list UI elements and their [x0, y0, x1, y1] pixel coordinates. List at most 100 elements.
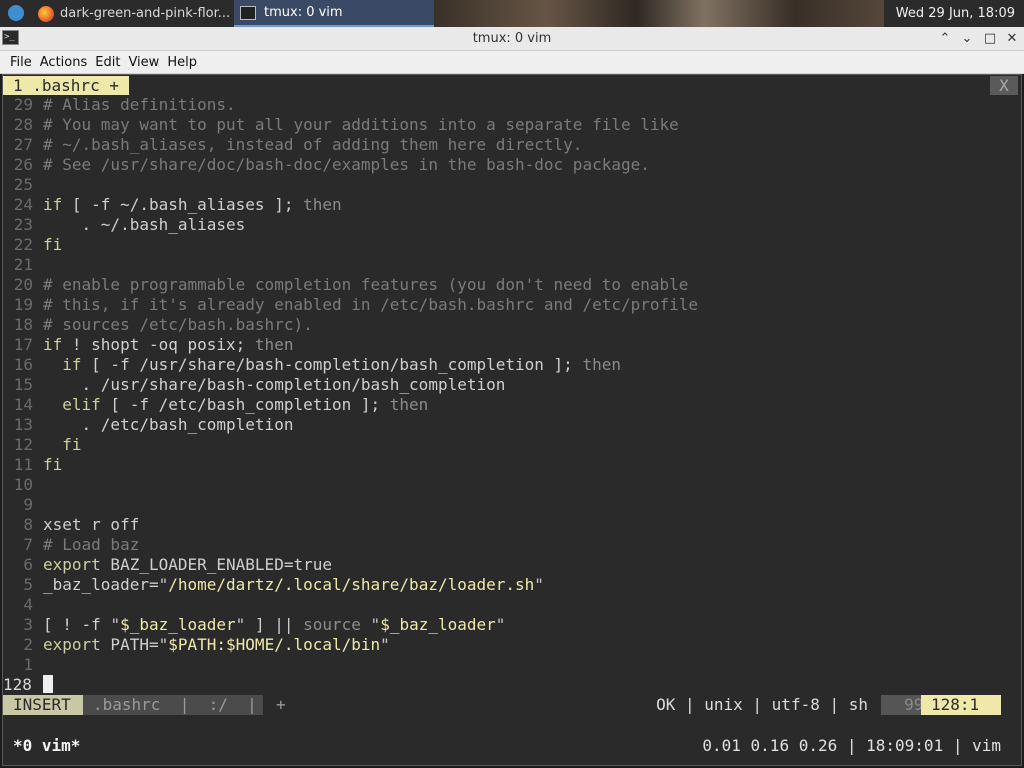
vim-line[interactable]: 25 [3, 175, 43, 195]
line-number: 7 [23, 535, 33, 554]
vim-line[interactable]: 27 # ~/.bash_aliases, instead of adding t… [3, 135, 583, 155]
vim-line[interactable]: 1 [3, 655, 43, 675]
vim-line[interactable]: 24 if [ -f ~/.bash_aliases ]; then [3, 195, 342, 215]
menu-help[interactable]: Help [163, 52, 201, 74]
vim-statusline: INSERT .bashrc | :/ | + OK | unix | utf-… [3, 695, 1021, 715]
line-number: 10 [13, 475, 33, 494]
vim-line[interactable]: 16 if [ -f /usr/share/bash-completion/ba… [3, 355, 621, 375]
terminal-area[interactable]: 1 .bashrc + X 29 # Alias definitions. 28 # … [2, 74, 1022, 766]
terminal-icon [240, 5, 256, 20]
vim-line[interactable]: 21 [3, 255, 43, 275]
tmux-status-right: 0.01 0.16 0.26 | 18:09:01 | vim [702, 736, 1001, 755]
line-number: 27 [13, 135, 33, 154]
vim-line[interactable]: 14 elif [ -f /etc/bash_completion ]; the… [3, 395, 429, 415]
panel-clock[interactable]: Wed 29 Jun, 18:09 [896, 0, 1015, 27]
line-text: # this, if it's already enabled in /etc/… [43, 295, 699, 314]
line-number: 15 [13, 375, 33, 394]
tmux-window-list[interactable]: *0 vim* [13, 735, 80, 757]
line-number: 5 [23, 575, 33, 594]
line-number: 20 [13, 275, 33, 294]
vim-line[interactable]: 23 . ~/.bash_aliases [3, 215, 246, 235]
menu-view[interactable]: View [124, 52, 163, 74]
line-number: 16 [13, 355, 33, 374]
line-number: 6 [23, 555, 33, 574]
line-number: 9 [23, 495, 33, 514]
line-text: # Alias definitions. [43, 95, 236, 114]
line-number: 1 [23, 655, 33, 674]
restore-button[interactable]: ⌄ [956, 27, 978, 50]
line-text: elif [ -f /etc/bash_completion ]; then [62, 395, 429, 414]
vim-line[interactable]: 18 # sources /etc/bash.bashrc). [3, 315, 313, 335]
line-text: if [ -f ~/.bash_aliases ]; then [43, 195, 342, 214]
line-number: 28 [13, 115, 33, 134]
vim-line[interactable]: 19 # this, if it's already enabled in /et… [3, 295, 698, 315]
vim-line[interactable]: 4 [3, 595, 43, 615]
line-number: 29 [13, 95, 33, 114]
vim-line[interactable]: 26 # See /usr/share/doc/bash-doc/examples… [3, 155, 650, 175]
vim-line[interactable]: 6 export BAZ_LOADER_ENABLED=true [3, 555, 332, 575]
line-number: 13 [13, 415, 33, 434]
vim-mode-indicator: INSERT [3, 695, 83, 715]
vim-line[interactable]: 10 [3, 475, 43, 495]
line-text: # enable programmable completion feature… [43, 275, 689, 294]
line-number: 23 [13, 215, 33, 234]
vim-file-format: OK | unix | utf-8 | sh [656, 695, 868, 714]
vim-line[interactable]: 7 # Load baz [3, 535, 139, 555]
line-text: xset r off [43, 515, 140, 534]
close-button[interactable]: ✕ [1001, 27, 1023, 50]
vim-line[interactable]: 9 [3, 495, 43, 515]
line-number: 24 [13, 195, 33, 214]
line-number: 3 [23, 615, 33, 634]
vim-line[interactable]: 8 xset r off [3, 515, 139, 535]
line-text: export PATH="$PATH:$HOME/.local/bin" [43, 635, 390, 654]
line-text: if ! shopt -oq posix; then [43, 335, 294, 354]
menu-file[interactable]: File [6, 52, 36, 74]
window-titlebar[interactable]: >_ tmux: 0 vim ⌃ ⌄ □ ✕ [0, 27, 1024, 51]
vim-line[interactable]: 29 # Alias definitions. [3, 95, 236, 115]
vim-tab-bashrc[interactable]: 1 .bashrc + [3, 76, 129, 95]
taskbar-item-label: tmux: 0 vim [264, 5, 343, 20]
menu-edit[interactable]: Edit [91, 52, 124, 74]
line-number: 12 [13, 435, 33, 454]
line-text: # See /usr/share/doc/bash-doc/examples i… [43, 155, 650, 174]
vim-line[interactable]: 13 . /etc/bash_completion [3, 415, 294, 435]
line-text: [ ! -f "$_baz_loader" ] || source "$_baz… [43, 615, 506, 634]
line-number: 4 [23, 595, 33, 614]
line-number: 11 [13, 455, 33, 474]
vim-line[interactable]: 17 if ! shopt -oq posix; then [3, 335, 294, 355]
line-text: fi [43, 455, 63, 474]
app-menu-icon[interactable] [8, 5, 24, 21]
vim-line[interactable]: 5 _baz_loader="/home/dartz/.local/share/b… [3, 575, 544, 595]
line-text: if [ -f /usr/share/bash-completion/bash_… [62, 355, 621, 374]
vim-line[interactable]: 15 . /usr/share/bash-completion/bash_com… [3, 375, 506, 395]
line-text: # ~/.bash_aliases, instead of adding the… [43, 135, 583, 154]
vim-tab-close[interactable]: X [990, 76, 1018, 95]
vim-file-info: .bashrc | :/ | + [83, 695, 286, 715]
line-text: _baz_loader="/home/dartz/.local/share/ba… [43, 575, 544, 594]
vim-line[interactable]: 3 [ ! -f "$_baz_loader" ] || source "$_ba… [3, 615, 505, 635]
vim-cursor-position: 128:1 [921, 695, 1001, 715]
line-number: 128 [3, 675, 32, 694]
top-panel: dark-green-and-pink-flor... tmux: 0 vim … [0, 0, 1024, 27]
line-text: . ~/.bash_aliases [43, 215, 246, 234]
minimize-button[interactable]: ⌃ [934, 27, 956, 50]
line-number: 8 [23, 515, 33, 534]
vim-line[interactable]: 20 # enable programmable completion featu… [3, 275, 689, 295]
vim-tabline: 1 .bashrc + X [3, 75, 1021, 95]
line-text: # You may want to put all your additions… [43, 115, 679, 134]
line-number: 19 [13, 295, 33, 314]
line-text: . /usr/share/bash-completion/bash_comple… [43, 375, 506, 394]
vim-line[interactable]: 2 export PATH="$PATH:$HOME/.local/bin" [3, 635, 390, 655]
line-number: 18 [13, 315, 33, 334]
maximize-button[interactable]: □ [979, 27, 1001, 50]
menu-actions[interactable]: Actions [36, 52, 92, 74]
vim-current-line[interactable]: 128 [3, 675, 53, 695]
taskbar-item-firefox[interactable]: dark-green-and-pink-flor... [34, 0, 232, 27]
vim-line[interactable]: 11 fi [3, 455, 63, 475]
taskbar-item-terminal[interactable]: tmux: 0 vim [234, 0, 434, 27]
vim-line[interactable]: 22 fi [3, 235, 63, 255]
vim-line[interactable]: 28 # You may want to put all your additio… [3, 115, 679, 135]
line-text: fi [62, 435, 82, 454]
line-text: # sources /etc/bash.bashrc). [43, 315, 313, 334]
vim-line[interactable]: 12 fi [3, 435, 82, 455]
